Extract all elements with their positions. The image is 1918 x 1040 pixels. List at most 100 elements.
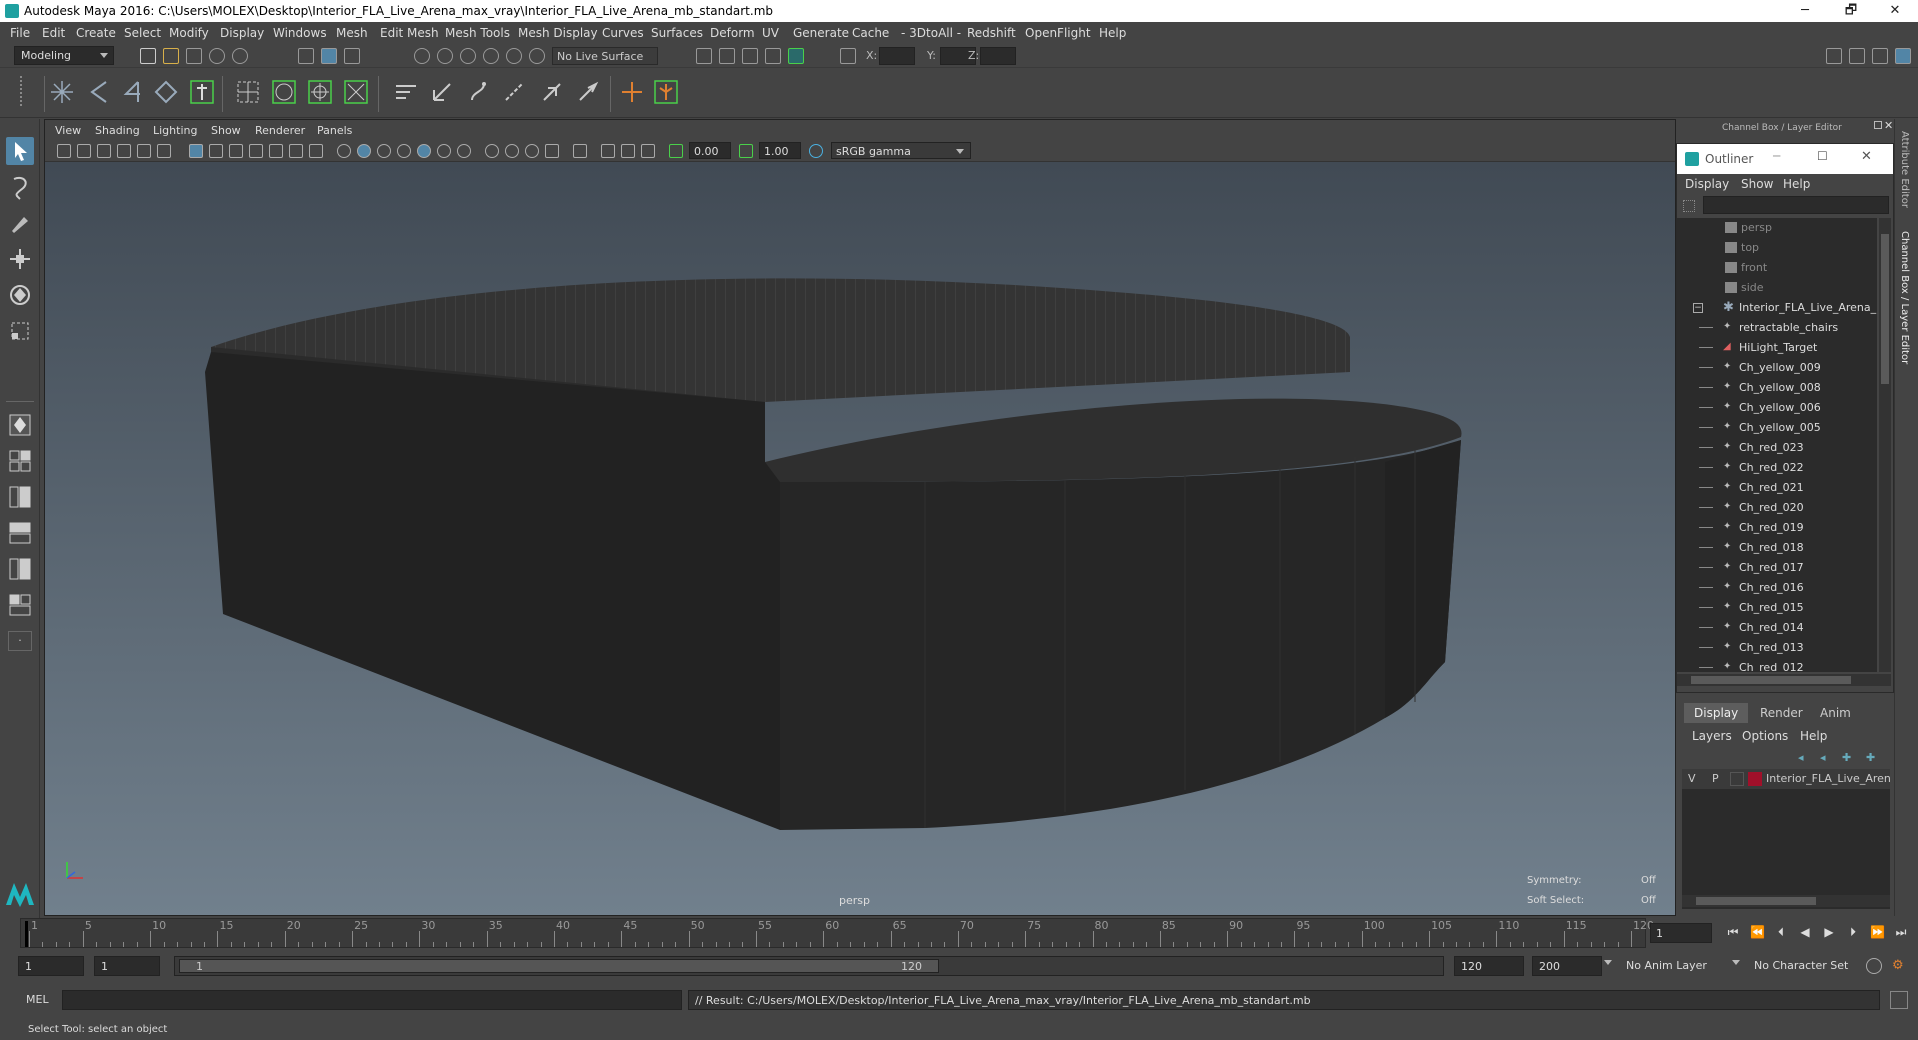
outliner-horizontal-scrollbar[interactable] xyxy=(1677,674,1891,686)
redo-icon[interactable] xyxy=(232,48,248,64)
resolution-gate-icon[interactable] xyxy=(229,144,243,158)
command-input[interactable] xyxy=(62,990,682,1010)
exposure-field[interactable]: 0.00 xyxy=(689,142,731,159)
select-tool-icon[interactable] xyxy=(6,137,34,165)
outliner-camera-side[interactable]: side xyxy=(1677,278,1877,298)
anim-layer-dropdown[interactable]: No Anim Layer xyxy=(1620,956,1742,976)
mode-selector[interactable]: Modeling xyxy=(14,46,114,65)
step-back-frame-icon[interactable]: ⏪ xyxy=(1750,925,1765,939)
outliner-item[interactable]: ✦ Ch_red_016 xyxy=(1677,578,1877,598)
hypershade-icon[interactable] xyxy=(788,48,804,64)
tool-settings-icon[interactable] xyxy=(1872,48,1888,64)
wireframe-icon[interactable] xyxy=(337,144,351,158)
viewport-menu-view[interactable]: View xyxy=(55,124,81,137)
camera-attributes-icon[interactable] xyxy=(57,144,71,158)
orient-constraint-icon[interactable] xyxy=(500,78,528,106)
step-back-key-icon[interactable]: ⏴ xyxy=(1774,925,1788,939)
ambient-occlusion-icon[interactable] xyxy=(485,144,499,158)
render-settings-icon[interactable] xyxy=(765,48,781,64)
expand-toolbox-icon[interactable]: · xyxy=(8,631,32,651)
menu-select[interactable]: Select xyxy=(124,26,161,40)
wireframe-on-shaded-icon[interactable] xyxy=(417,144,431,158)
playback-end-field[interactable]: 120 xyxy=(1454,956,1524,976)
chevron-down-icon[interactable] xyxy=(1732,960,1740,965)
current-time-marker[interactable] xyxy=(25,921,28,947)
paint-select-tool-icon[interactable] xyxy=(6,209,34,237)
field-chart-icon[interactable] xyxy=(269,144,283,158)
step-forward-frame-icon[interactable]: ⏩ xyxy=(1870,925,1885,939)
menu-mesh-tools[interactable]: Mesh Tools xyxy=(445,26,510,40)
layer-playback-toggle[interactable]: P xyxy=(1712,772,1719,785)
camera-lock-icon[interactable] xyxy=(77,144,91,158)
outliner-maximize-button[interactable]: ☐ xyxy=(1817,149,1828,163)
layer-visibility-toggle[interactable]: V xyxy=(1688,772,1696,785)
menu-windows[interactable]: Windows xyxy=(273,26,327,40)
outliner-menu-display[interactable]: Display xyxy=(1685,177,1729,191)
color-space-dropdown[interactable]: sRGB gamma xyxy=(831,142,971,159)
outliner-item[interactable]: ✦ Ch_yellow_006 xyxy=(1677,398,1877,418)
snap-point-icon[interactable] xyxy=(460,48,476,64)
graph-layout-icon[interactable] xyxy=(6,519,34,547)
go-to-end-icon[interactable]: ⏭ xyxy=(1894,925,1908,939)
depth-of-field-icon[interactable] xyxy=(545,144,559,158)
play-backwards-icon[interactable]: ◀ xyxy=(1798,925,1812,939)
menu-edit-mesh[interactable]: Edit Mesh xyxy=(380,26,439,40)
scale-tool-icon[interactable] xyxy=(6,317,34,345)
select-hierarchy-icon[interactable] xyxy=(298,48,314,64)
four-pane-layout-icon[interactable] xyxy=(6,447,34,475)
outliner-item[interactable]: ✦ Ch_red_021 xyxy=(1677,478,1877,498)
outliner-menu-show[interactable]: Show xyxy=(1741,177,1773,191)
exposure-icon[interactable] xyxy=(669,144,683,158)
viewport-panel[interactable]: View Shading Lighting Show Renderer Pane… xyxy=(44,119,1676,916)
outliner-root-item[interactable]: − ✱ Interior_FLA_Live_Arena_n xyxy=(1677,298,1877,318)
point-constraint-icon[interactable] xyxy=(464,78,492,106)
menu-display[interactable]: Display xyxy=(220,26,264,40)
menu-edit[interactable]: Edit xyxy=(42,26,65,40)
minimize-button[interactable]: ─ xyxy=(1782,0,1828,22)
collapse-icon[interactable]: − xyxy=(1693,303,1703,313)
outliner-camera-persp[interactable]: persp xyxy=(1677,218,1877,238)
geometry-constraint-icon[interactable] xyxy=(652,78,680,106)
textured-icon[interactable] xyxy=(397,144,411,158)
outliner-minimize-button[interactable]: ─ xyxy=(1773,149,1780,163)
outliner-item[interactable]: ✦ Ch_red_018 xyxy=(1677,538,1877,558)
color-management-icon[interactable] xyxy=(809,144,823,158)
two-d-pan-zoom-icon[interactable] xyxy=(137,144,151,158)
select-component-icon[interactable] xyxy=(344,48,360,64)
tab-attribute-editor[interactable]: Attribute Editor xyxy=(1899,131,1910,208)
move-tool-icon[interactable] xyxy=(6,245,34,273)
z-field[interactable] xyxy=(980,47,1016,65)
layer-menu-help[interactable]: Help xyxy=(1800,729,1827,743)
menu-create[interactable]: Create xyxy=(76,26,116,40)
use-all-lights-icon[interactable] xyxy=(437,144,451,158)
grid-icon[interactable] xyxy=(189,144,203,158)
sculpt-deformer-icon[interactable] xyxy=(270,78,298,106)
gamma-field[interactable]: 1.00 xyxy=(759,142,801,159)
xray-components-icon[interactable] xyxy=(641,144,655,158)
menu-openflight[interactable]: OpenFlight xyxy=(1025,26,1091,40)
hypershade-layout-icon[interactable] xyxy=(6,555,34,583)
outliner-item[interactable]: ✦ Ch_red_022 xyxy=(1677,458,1877,478)
step-forward-key-icon[interactable]: ⏵ xyxy=(1846,925,1860,939)
bind-skin-icon[interactable] xyxy=(152,78,180,106)
transform-constraint-icon[interactable] xyxy=(840,48,856,64)
viewport-menu-lighting[interactable]: Lighting xyxy=(153,124,197,137)
xray-joints-icon[interactable] xyxy=(621,144,635,158)
blend-shape-icon[interactable] xyxy=(392,78,420,106)
menu-curves[interactable]: Curves xyxy=(602,26,644,40)
shelf-handle-icon[interactable] xyxy=(20,76,32,106)
animation-start-field[interactable]: 1 xyxy=(18,956,84,976)
move-layer-up-icon[interactable]: ◂ xyxy=(1798,751,1804,764)
menu-help[interactable]: Help xyxy=(1099,26,1126,40)
safe-action-icon[interactable] xyxy=(289,144,303,158)
command-language-label[interactable]: MEL xyxy=(26,993,49,1006)
x-field[interactable] xyxy=(879,47,915,65)
outliner-item[interactable]: ◢ HiLight_Target xyxy=(1677,338,1877,358)
default-material-icon[interactable] xyxy=(377,144,391,158)
range-slider-track[interactable]: 1 120 xyxy=(174,956,1444,976)
menu-mesh[interactable]: Mesh xyxy=(336,26,368,40)
cluster-icon[interactable] xyxy=(188,78,216,106)
bookmark-icon[interactable] xyxy=(97,144,111,158)
aim-constraint-icon[interactable] xyxy=(574,78,602,106)
isolate-select-icon[interactable] xyxy=(573,144,587,158)
